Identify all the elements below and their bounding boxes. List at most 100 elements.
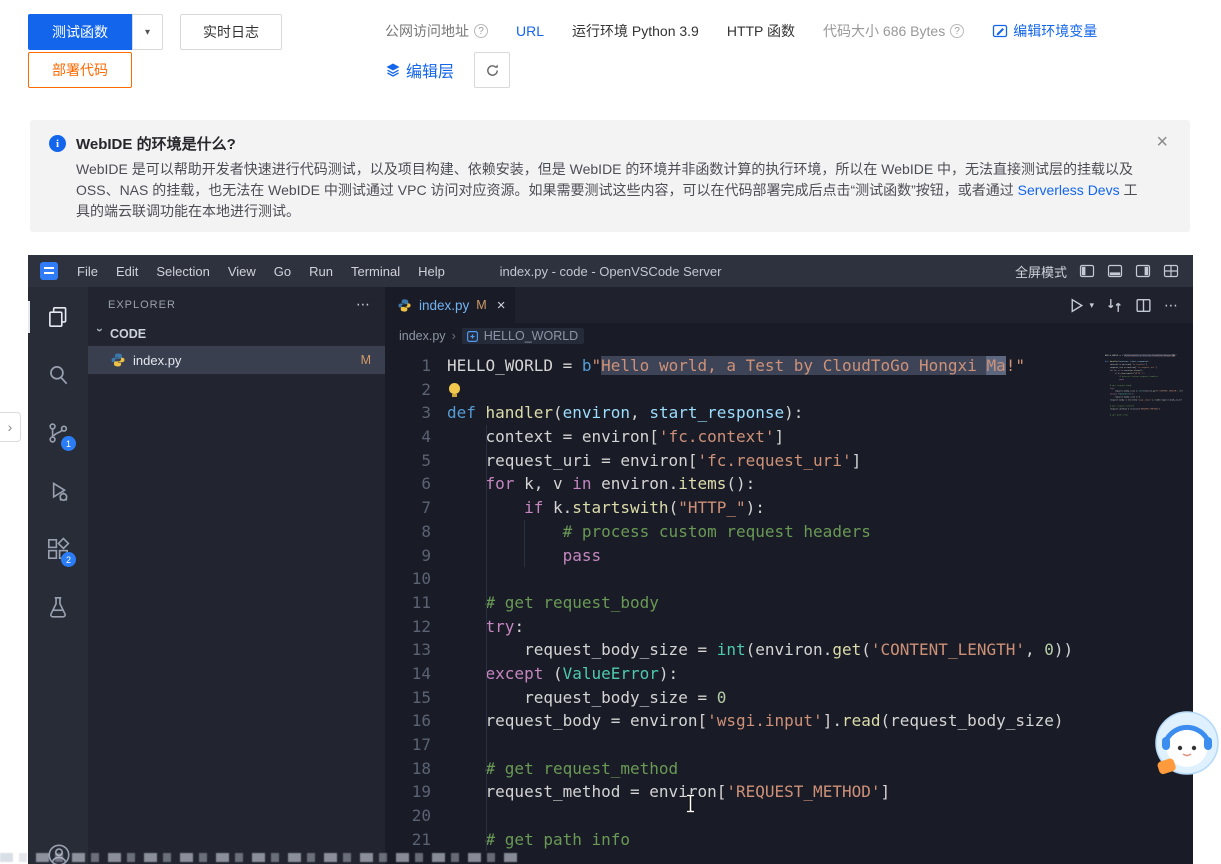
code-line[interactable]: 21 # get path info [385, 828, 1193, 852]
test-function-dropdown-button[interactable]: ▾ [132, 14, 163, 50]
edit-env-vars-link[interactable]: 编辑环境变量 [992, 21, 1097, 41]
tab-indexpy[interactable]: index.py M × [385, 287, 515, 323]
minimap[interactable]: HELLO_WORLD = b"Hello world, a Test by C… [1103, 354, 1183, 864]
code-line[interactable]: 1HELLO_WORLD = b"Hello world, a Test by … [385, 354, 1193, 378]
expand-left-panel-button[interactable]: › [0, 412, 21, 442]
webide-info-banner: i WebIDE 的环境是什么? WebIDE 是可以帮助开发者快速进行代码测试… [30, 120, 1190, 232]
code-line[interactable]: 12 try: [385, 615, 1193, 639]
deploy-code-button[interactable]: 部署代码 [28, 52, 132, 88]
lightbulb-icon[interactable] [449, 383, 460, 394]
toggle-secondary-sidebar-icon[interactable] [1135, 263, 1151, 279]
menu-terminal[interactable]: Terminal [342, 264, 409, 279]
code-line[interactable]: 4 context = environ['fc.context'] [385, 425, 1193, 449]
search-icon[interactable] [34, 353, 82, 397]
explorer-header-label: EXPLORER [108, 299, 176, 311]
breadcrumb-symbol[interactable]: HELLO_WORLD [462, 328, 584, 344]
code-line[interactable]: 5 request_uri = environ['fc.request_uri'… [385, 449, 1193, 473]
code-line[interactable]: 2 [385, 378, 1193, 402]
explorer-icon[interactable] [34, 295, 82, 339]
code-line[interactable]: 15 request_body_size = 0 [385, 686, 1193, 710]
symbol-constant-icon [466, 330, 479, 343]
serverless-devs-link[interactable]: Serverless Devs [1018, 180, 1120, 201]
menu-view[interactable]: View [219, 264, 265, 279]
explorer-actions-icon[interactable]: ⋯ [356, 296, 371, 313]
breadcrumb: index.py › HELLO_WORLD [385, 323, 1193, 349]
split-editor-icon[interactable] [1135, 297, 1152, 314]
code-line[interactable]: 13 request_body_size = int(environ.get('… [385, 638, 1193, 662]
help-icon[interactable]: ? [950, 24, 964, 38]
banner-title: WebIDE 的环境是什么? [76, 133, 1150, 154]
code-line[interactable]: 8 # process custom request headers [385, 520, 1193, 544]
git-modified-badge: M [361, 353, 371, 367]
source-control-icon[interactable]: 1 [34, 411, 82, 455]
help-icon[interactable]: ? [474, 24, 488, 38]
menu-file[interactable]: File [68, 264, 107, 279]
run-dropdown-icon[interactable]: ▾ [1089, 300, 1094, 311]
customer-service-mascot[interactable] [1150, 710, 1220, 780]
info-icon: i [49, 135, 66, 152]
code-line[interactable]: 7 if k.startswith("HTTP_"): [385, 496, 1193, 520]
url-link[interactable]: URL [516, 23, 544, 39]
banner-body: WebIDE 是可以帮助开发者快速进行代码测试，以及项目构建、依赖安装，但是 W… [76, 159, 1150, 222]
tab-label: index.py [419, 298, 469, 313]
folder-code[interactable]: › CODE [88, 322, 385, 346]
code-line[interactable]: 19 request_method = environ['REQUEST_MET… [385, 780, 1193, 804]
close-tab-icon[interactable]: × [497, 297, 506, 314]
code-line[interactable]: 16 request_body = environ['wsgi.input'].… [385, 709, 1193, 733]
code-line: request_body = environ['wsgi.input'].rea… [1103, 398, 1183, 401]
close-icon[interactable]: × [1156, 132, 1168, 152]
extensions-icon[interactable]: 2 [34, 527, 82, 571]
function-meta-row: 公网访问地址 ? URL 运行环境 Python 3.9 HTTP 函数 代码大… [385, 21, 1097, 41]
code-line[interactable]: 14 except (ValueError): [385, 662, 1193, 686]
python-file-icon [397, 298, 412, 313]
test-function-button[interactable]: 测试函数 [28, 14, 132, 50]
menu-help[interactable]: Help [409, 264, 454, 279]
testing-beaker-icon[interactable] [34, 585, 82, 629]
menu-selection[interactable]: Selection [147, 264, 218, 279]
menu-edit[interactable]: Edit [107, 264, 147, 279]
code-line[interactable]: 11 # get request_body [385, 591, 1193, 615]
code-line[interactable]: 17 [385, 733, 1193, 757]
activity-bar: 1 2 [28, 287, 88, 864]
scm-badge: 1 [61, 436, 76, 451]
run-file-icon[interactable] [1068, 297, 1085, 314]
refresh-button[interactable] [474, 52, 510, 88]
runtime-label: 运行环境 Python 3.9 [572, 21, 699, 41]
menu-go[interactable]: Go [265, 264, 300, 279]
menubar: File Edit Selection View Go Run Terminal… [68, 264, 454, 279]
code-line[interactable]: 20 [385, 804, 1193, 828]
refresh-icon [485, 63, 500, 78]
editor-group: index.py M × ▾ [385, 287, 1193, 864]
customize-layout-icon[interactable] [1163, 263, 1179, 279]
tab-modified-badge: M [476, 298, 486, 312]
layers-icon [385, 62, 401, 78]
code-line[interactable]: 3def handler(environ, start_response): [385, 401, 1193, 425]
toggle-primary-sidebar-icon[interactable] [1079, 263, 1095, 279]
edit-layer-link[interactable]: 编辑层 [385, 58, 454, 82]
breadcrumb-file[interactable]: index.py [399, 329, 446, 343]
webide-window: File Edit Selection View Go Run Terminal… [28, 255, 1193, 864]
code-line[interactable]: 6 for k, v in environ.items(): [385, 472, 1193, 496]
code-editor[interactable]: 1HELLO_WORLD = b"Hello world, a Test by … [385, 354, 1193, 851]
extensions-badge: 2 [61, 552, 76, 567]
file-name: index.py [133, 353, 181, 368]
public-url-label: 公网访问地址 ? [385, 21, 488, 41]
menu-run[interactable]: Run [300, 264, 342, 279]
run-debug-icon[interactable] [34, 469, 82, 513]
tab-bar: index.py M × ▾ [385, 287, 1193, 323]
toggle-panel-icon[interactable] [1107, 263, 1123, 279]
http-function-label: HTTP 函数 [727, 21, 795, 41]
code-pane: 1HELLO_WORLD = b"Hello world, a Test by … [385, 349, 1193, 864]
realtime-logs-button[interactable]: 实时日志 [180, 14, 282, 50]
edit-env-icon [992, 23, 1008, 39]
open-changes-icon[interactable] [1106, 297, 1123, 314]
chevron-right-icon: › [452, 329, 456, 343]
code-line[interactable]: 10 [385, 567, 1193, 591]
code-line[interactable]: 9 pass [385, 544, 1193, 568]
titlebar: File Edit Selection View Go Run Terminal… [28, 255, 1193, 287]
more-actions-icon[interactable]: ⋯ [1164, 297, 1179, 314]
code-size-label: 代码大小 686 Bytes ? [823, 21, 964, 41]
file-item-indexpy[interactable]: index.py M [88, 346, 385, 374]
code-line[interactable]: 18 # get request_method [385, 757, 1193, 781]
fullscreen-toggle[interactable]: 全屏模式 [1015, 262, 1067, 281]
